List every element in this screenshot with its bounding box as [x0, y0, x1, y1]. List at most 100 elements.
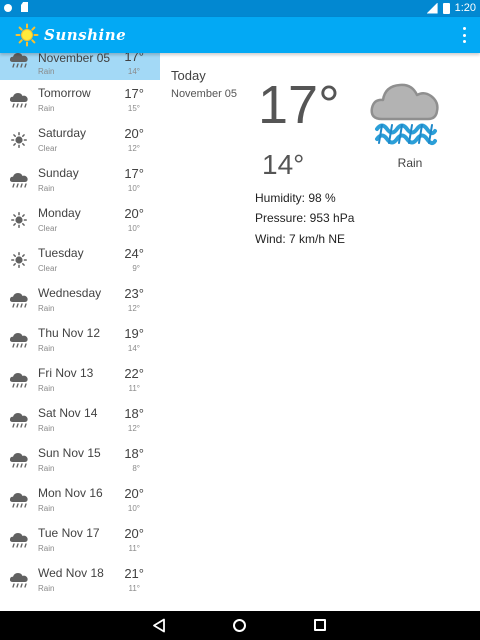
- sun-icon: [15, 23, 39, 47]
- detail-day: Today: [171, 68, 206, 83]
- forecast-low: 8°: [132, 464, 140, 473]
- forecast-description: Rain: [38, 464, 55, 473]
- status-time: 1:20: [454, 2, 476, 14]
- detail-high-temp: 17°: [258, 75, 340, 135]
- rain-cloud-icon: [9, 452, 29, 468]
- detail-humidity: Humidity: 98 %: [255, 191, 336, 205]
- forecast-description: Rain: [38, 184, 55, 193]
- forecast-item[interactable]: Thu Nov 12 Rain 19° 14°: [0, 320, 160, 360]
- recents-icon[interactable]: [314, 619, 326, 631]
- forecast-low: 12°: [127, 144, 140, 153]
- forecast-high: 18°: [124, 446, 144, 461]
- forecast-day: Sunday: [38, 166, 79, 180]
- forecast-low: 12°: [127, 424, 140, 433]
- forecast-high: 17°: [124, 166, 144, 181]
- overflow-menu-icon[interactable]: [460, 27, 468, 43]
- forecast-low: 10°: [127, 504, 140, 513]
- forecast-day: Tuesday: [38, 246, 84, 260]
- forecast-item[interactable]: Wed Nov 18 Rain 21° 11°: [0, 560, 160, 600]
- rain-cloud-icon: [9, 532, 29, 548]
- rain-cloud-icon: [9, 172, 29, 188]
- forecast-description: Rain: [38, 104, 55, 113]
- rain-cloud-icon: [9, 412, 29, 428]
- forecast-high: 19°: [124, 326, 144, 341]
- rain-cloud-icon: [9, 332, 29, 348]
- forecast-high: 24°: [124, 246, 144, 261]
- forecast-item[interactable]: Sunday Rain 17° 10°: [0, 160, 160, 200]
- app-title: Sunshine: [44, 26, 127, 44]
- detail-date: November 05: [171, 88, 238, 100]
- forecast-item[interactable]: Tue Nov 17 Rain 20° 11°: [0, 520, 160, 560]
- rain-cloud-icon: [9, 372, 29, 388]
- rain-cloud-icon: [9, 53, 29, 68]
- forecast-high: 23°: [124, 286, 144, 301]
- forecast-day: Wed Nov 18: [38, 566, 104, 580]
- forecast-description: Rain: [38, 344, 55, 353]
- forecast-item[interactable]: Monday Clear 20° 10°: [0, 200, 160, 240]
- forecast-low: 10°: [127, 184, 140, 193]
- forecast-low: 14°: [127, 344, 140, 353]
- forecast-low: 14°: [127, 67, 140, 76]
- forecast-low: 12°: [127, 304, 140, 313]
- detail-description: Rain: [397, 156, 423, 170]
- forecast-high: 20°: [124, 486, 144, 501]
- forecast-day: Today, November 05: [38, 53, 111, 65]
- detail-pane: Today November 05 17° 14° Rain Humidity:…: [160, 53, 480, 611]
- forecast-description: Rain: [38, 544, 55, 553]
- forecast-description: Rain: [38, 384, 55, 393]
- navigation-bar: [0, 611, 480, 640]
- forecast-description: Rain: [38, 67, 55, 76]
- sun-icon: [9, 252, 29, 268]
- forecast-list[interactable]: Today, November 05 Rain 17° 14° Tomorrow Rain…: [0, 53, 160, 611]
- forecast-description: Clear: [38, 224, 58, 233]
- forecast-day: Sat Nov 14: [38, 406, 98, 420]
- forecast-low: 11°: [128, 584, 140, 593]
- forecast-item[interactable]: Fri Nov 13 Rain 22° 11°: [0, 360, 160, 400]
- forecast-day: Wednesday: [38, 286, 102, 300]
- forecast-item[interactable]: Today, November 05 Rain 17° 14°: [0, 53, 160, 80]
- forecast-high: 17°: [124, 53, 144, 64]
- back-icon[interactable]: [152, 618, 166, 633]
- forecast-description: Rain: [38, 504, 55, 513]
- settings-icon: [4, 3, 12, 12]
- rain-cloud-icon: [9, 292, 29, 308]
- forecast-low: 11°: [128, 544, 140, 553]
- home-icon[interactable]: [233, 619, 246, 632]
- forecast-item[interactable]: Mon Nov 16 Rain 20° 10°: [0, 480, 160, 520]
- detail-low-temp: 14°: [262, 149, 305, 180]
- sun-icon: [9, 132, 29, 148]
- forecast-high: 17°: [124, 86, 144, 101]
- forecast-high: 21°: [124, 566, 144, 581]
- forecast-low: 10°: [127, 224, 140, 233]
- forecast-item[interactable]: Sat Nov 14 Rain 18° 12°: [0, 400, 160, 440]
- forecast-day: Tomorrow: [38, 86, 91, 100]
- detail-pressure: Pressure: 953 hPa: [255, 211, 355, 225]
- forecast-low: 15°: [127, 104, 140, 113]
- forecast-item[interactable]: Tomorrow Rain 17° 15°: [0, 80, 160, 120]
- signal-icon: [426, 2, 438, 14]
- forecast-description: Rain: [38, 304, 55, 313]
- status-bar: 1:20: [0, 0, 480, 17]
- forecast-high: 18°: [124, 406, 144, 421]
- rain-cloud-icon: [9, 492, 29, 508]
- forecast-item[interactable]: Saturday Clear 20° 12°: [0, 120, 160, 160]
- forecast-day: Sun Nov 15: [38, 446, 101, 460]
- forecast-description: Clear: [38, 144, 58, 153]
- forecast-day: Fri Nov 13: [38, 366, 94, 380]
- forecast-high: 22°: [124, 366, 144, 381]
- detail-wind: Wind: 7 km/h NE: [255, 232, 346, 246]
- rain-cloud-large-icon: [370, 83, 439, 146]
- forecast-item[interactable]: Tuesday Clear 24° 9°: [0, 240, 160, 280]
- app-bar: Sunshine: [0, 17, 480, 53]
- forecast-low: 9°: [132, 264, 140, 273]
- forecast-item[interactable]: Wednesday Rain 23° 12°: [0, 280, 160, 320]
- forecast-item[interactable]: Sun Nov 15 Rain 18° 8°: [0, 440, 160, 480]
- forecast-low: 11°: [128, 384, 140, 393]
- forecast-description: Rain: [38, 584, 55, 593]
- forecast-description: Rain: [38, 424, 55, 433]
- sunshine-app: 1:20 Sunshine Today, November 05 Rain 17° 1…: [0, 0, 480, 640]
- sun-icon: [9, 212, 29, 228]
- battery-icon: [442, 2, 450, 14]
- forecast-description: Clear: [38, 264, 58, 273]
- forecast-high: 20°: [124, 526, 144, 541]
